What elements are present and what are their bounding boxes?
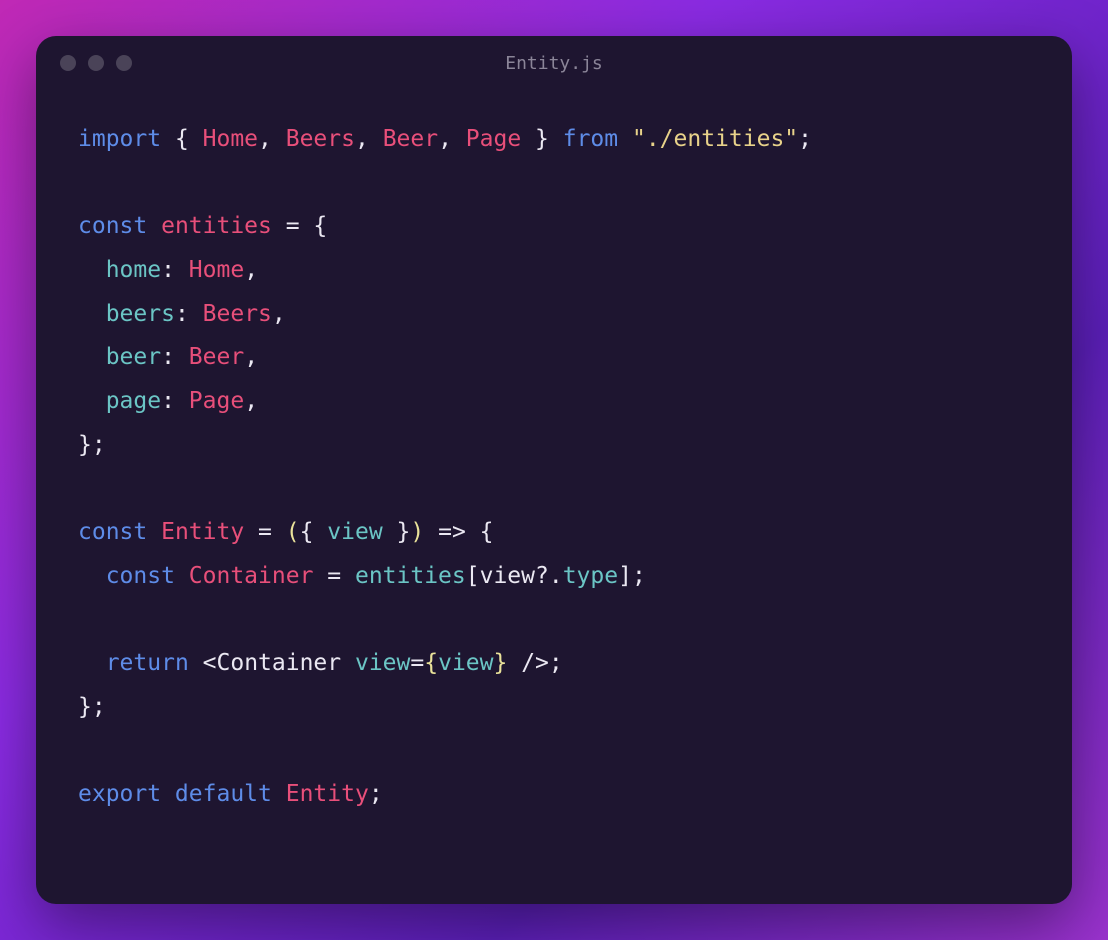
code-token: =: [244, 519, 286, 545]
code-line: beer: Beer,: [78, 336, 1030, 380]
code-token: [78, 257, 106, 283]
window-title: Entity.js: [505, 53, 603, 74]
code-token: "./entities": [632, 126, 798, 152]
code-token: const: [78, 213, 161, 239]
code-token: :: [161, 344, 189, 370]
code-token: Beer: [189, 344, 244, 370]
code-token: :: [175, 301, 203, 327]
code-token: :: [161, 257, 189, 283]
code-token: Entity: [161, 519, 244, 545]
code-token: Page: [466, 126, 521, 152]
code-token: />;: [507, 650, 562, 676]
code-token: Page: [189, 388, 244, 414]
code-token: {: [424, 650, 438, 676]
code-token: view: [355, 650, 410, 676]
code-token: ): [410, 519, 424, 545]
code-line: };: [78, 686, 1030, 730]
traffic-lights: [60, 55, 132, 71]
code-token: beers: [106, 301, 175, 327]
code-token: };: [78, 432, 106, 458]
code-token: beer: [106, 344, 161, 370]
code-line: };: [78, 424, 1030, 468]
code-token: }: [493, 650, 507, 676]
code-token: Beers: [286, 126, 355, 152]
code-token: {: [480, 519, 494, 545]
code-token: [: [466, 563, 480, 589]
code-token: ,: [244, 257, 258, 283]
code-token: }: [521, 126, 563, 152]
code-token: home: [106, 257, 161, 283]
code-token: ,: [244, 388, 258, 414]
code-token: :: [161, 388, 189, 414]
code-token: =: [313, 563, 355, 589]
code-token: [78, 388, 106, 414]
code-token: [78, 650, 106, 676]
code-token: ;: [369, 781, 383, 807]
code-token: ];: [618, 563, 646, 589]
close-icon[interactable]: [60, 55, 76, 71]
code-line: const Entity = ({ view }) => {: [78, 511, 1030, 555]
window-titlebar: Entity.js: [36, 36, 1072, 90]
code-line: export default Entity;: [78, 773, 1030, 817]
code-line: const entities = {: [78, 205, 1030, 249]
code-line: return <Container view={view} />;: [78, 642, 1030, 686]
code-token: [78, 563, 106, 589]
code-token: [78, 344, 106, 370]
code-line: home: Home,: [78, 249, 1030, 293]
code-line: page: Page,: [78, 380, 1030, 424]
code-token: =>: [424, 519, 479, 545]
code-line: [78, 468, 1030, 512]
code-token: return: [106, 650, 203, 676]
code-token: Container: [189, 563, 314, 589]
code-token: Container: [217, 650, 355, 676]
code-token: ,: [258, 126, 286, 152]
code-token: const: [106, 563, 189, 589]
minimize-icon[interactable]: [88, 55, 104, 71]
code-token: from: [563, 126, 632, 152]
code-token: view: [480, 563, 535, 589]
code-token: ,: [355, 126, 383, 152]
code-token: type: [563, 563, 618, 589]
code-token: };: [78, 694, 106, 720]
code-token: ;: [798, 126, 812, 152]
maximize-icon[interactable]: [116, 55, 132, 71]
code-window: Entity.js import { Home, Beers, Beer, Pa…: [36, 36, 1072, 904]
code-token: }: [383, 519, 411, 545]
code-line: [78, 730, 1030, 774]
code-token: {: [300, 519, 328, 545]
code-token: view: [438, 650, 493, 676]
code-token: ?.: [535, 563, 563, 589]
code-token: entities: [355, 563, 466, 589]
code-editor[interactable]: import { Home, Beers, Beer, Page } from …: [36, 90, 1072, 845]
code-token: [78, 301, 106, 327]
code-token: view: [327, 519, 382, 545]
code-token: ,: [272, 301, 286, 327]
code-token: <: [203, 650, 217, 676]
code-token: entities: [161, 213, 272, 239]
code-token: page: [106, 388, 161, 414]
code-line: import { Home, Beers, Beer, Page } from …: [78, 118, 1030, 162]
code-line: beers: Beers,: [78, 293, 1030, 337]
code-token: Home: [203, 126, 258, 152]
code-token: (: [286, 519, 300, 545]
code-line: [78, 162, 1030, 206]
code-line: [78, 599, 1030, 643]
code-token: Home: [189, 257, 244, 283]
code-token: export default: [78, 781, 286, 807]
code-token: Entity: [286, 781, 369, 807]
code-token: Beers: [203, 301, 272, 327]
code-token: import: [78, 126, 175, 152]
code-token: =: [410, 650, 424, 676]
code-token: ,: [244, 344, 258, 370]
code-token: Beer: [383, 126, 438, 152]
code-token: ,: [438, 126, 466, 152]
code-token: = {: [272, 213, 327, 239]
code-token: {: [175, 126, 203, 152]
code-token: const: [78, 519, 161, 545]
code-line: const Container = entities[view?.type];: [78, 555, 1030, 599]
